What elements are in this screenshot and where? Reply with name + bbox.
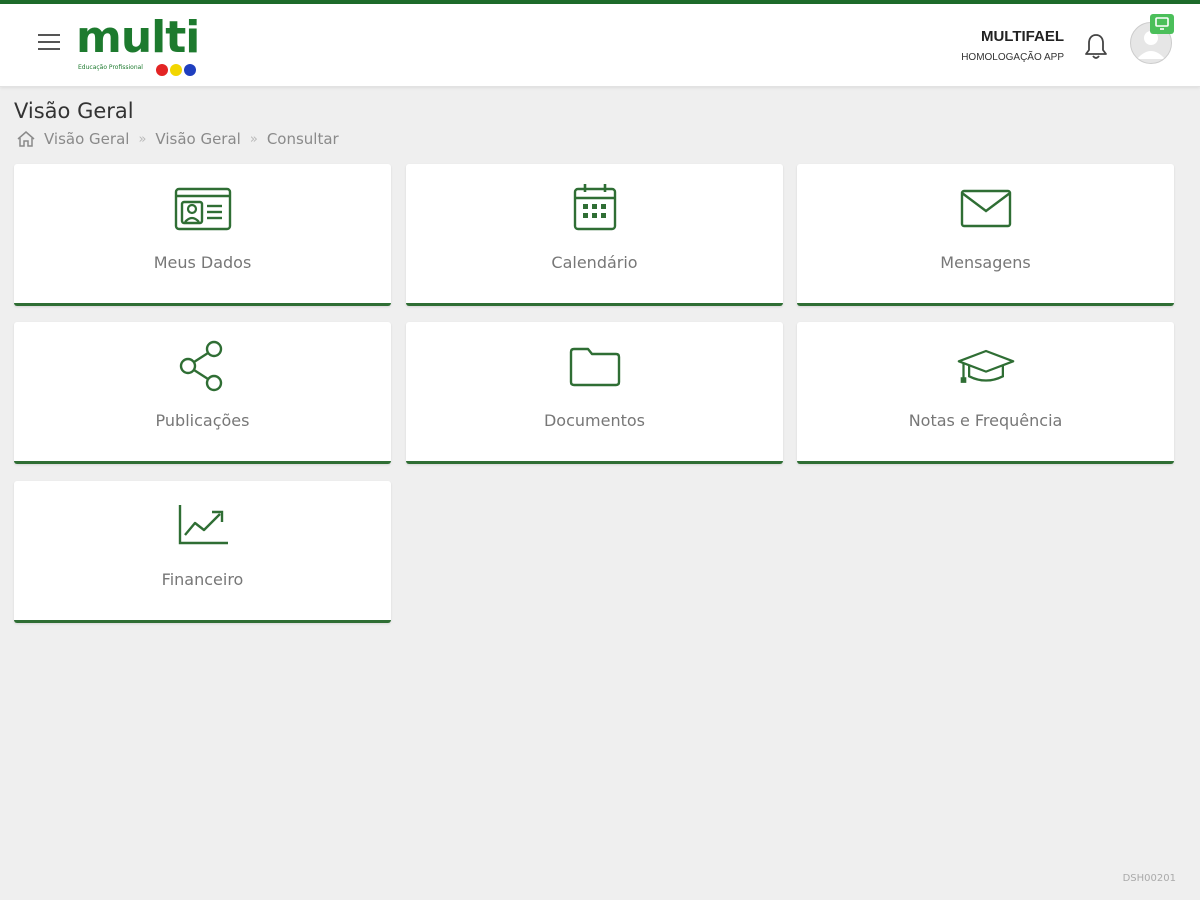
home-icon[interactable] (16, 130, 36, 148)
breadcrumb-separator-icon: » (138, 131, 147, 147)
card-label: Financeiro (161, 570, 244, 589)
card-financeiro[interactable]: Financeiro (14, 481, 391, 623)
logo-dot-red (156, 64, 168, 76)
page-title: Visão Geral (14, 99, 134, 123)
card-label: Meus Dados (153, 253, 252, 272)
card-notas-frequencia[interactable]: Notas e Frequência (797, 322, 1174, 464)
card-publicacoes[interactable]: Publicações (14, 322, 391, 464)
multi-logo[interactable]: multi Educação Profissional (76, 12, 206, 76)
breadcrumb-item-current: Consultar (266, 130, 339, 148)
logo-dots (156, 61, 198, 80)
logo-dot-blue (184, 64, 196, 76)
envelope-icon (956, 182, 1016, 234)
breadcrumb-separator-icon: » (249, 131, 258, 147)
breadcrumb: Visão Geral » Visão Geral » Consultar (16, 130, 339, 148)
logo-dot-yellow (170, 64, 182, 76)
id-card-icon (173, 182, 233, 234)
card-mensagens[interactable]: Mensagens (797, 164, 1174, 306)
share-icon (173, 340, 233, 392)
card-calendario[interactable]: Calendário (406, 164, 783, 306)
hamburger-menu-icon[interactable] (38, 34, 62, 54)
user-environment: HOMOLOGAÇÃO APP (961, 52, 1064, 63)
card-label: Documentos (543, 411, 645, 430)
breadcrumb-item[interactable]: Visão Geral (44, 130, 129, 148)
trending-up-chart-icon (173, 499, 233, 551)
card-label: Mensagens (940, 253, 1031, 272)
card-label: Calendário (551, 253, 638, 272)
logo-wordmark: multi (76, 12, 200, 63)
breadcrumb-item[interactable]: Visão Geral (155, 130, 240, 148)
card-label: Notas e Frequência (908, 411, 1063, 430)
folder-icon (565, 340, 625, 392)
card-label: Publicações (155, 411, 250, 430)
bell-icon[interactable] (1082, 32, 1110, 62)
card-documentos[interactable]: Documentos (406, 322, 783, 464)
user-name: MULTIFAEL (980, 28, 1064, 45)
logo-subtitle: Educação Profissional (78, 64, 143, 71)
graduation-cap-icon (956, 340, 1016, 392)
app-header: multi Educação Profissional MULTIFAEL HO… (0, 4, 1200, 87)
monitor-icon[interactable] (1150, 14, 1174, 34)
calendar-icon (565, 182, 625, 234)
card-meus-dados[interactable]: Meus Dados (14, 164, 391, 306)
screen-code: DSH00201 (1122, 873, 1176, 884)
